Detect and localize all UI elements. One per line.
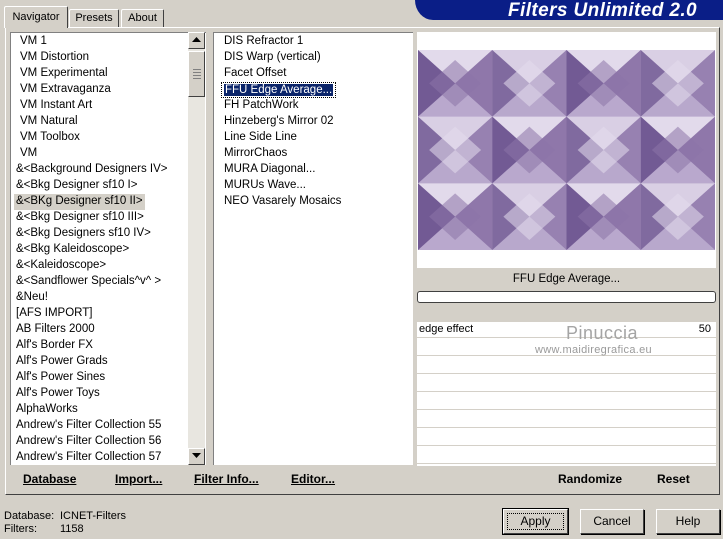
category-item[interactable]: Alf's Border FX bbox=[14, 338, 95, 354]
filter-item[interactable]: MirrorChaos bbox=[222, 146, 289, 162]
cancel-button[interactable]: Cancel bbox=[580, 509, 644, 534]
status-database-value: ICNET-Filters bbox=[60, 510, 126, 522]
current-filter-name: FFU Edge Average... bbox=[512, 273, 621, 285]
randomize-button[interactable]: Randomize bbox=[558, 470, 622, 490]
arrow-up-icon bbox=[192, 37, 201, 42]
app-title: Filters Unlimited 2.0 bbox=[508, 0, 697, 20]
scroll-up-button[interactable] bbox=[188, 32, 205, 49]
filter-item-label: MURA Diagonal... bbox=[224, 163, 316, 175]
filter-list[interactable]: DIS Refractor 1 DIS Warp (vertical) Facet … bbox=[213, 32, 413, 465]
category-item[interactable]: Andrew's Filter Collection 55 bbox=[14, 418, 163, 434]
filter-item[interactable]: NEO Vasarely Mosaics bbox=[222, 194, 343, 210]
category-item[interactable]: &Neu! bbox=[14, 290, 50, 306]
category-item[interactable]: Alf's Power Grads bbox=[14, 354, 110, 370]
filter-item[interactable]: MURUs Wave... bbox=[222, 178, 308, 194]
filter-item-label: Line Side Line bbox=[224, 131, 297, 143]
category-item[interactable]: &<Bkg Designer sf10 III> bbox=[14, 210, 146, 226]
apply-button[interactable]: Apply bbox=[502, 508, 569, 535]
category-item[interactable]: AB Filters 2000 bbox=[14, 322, 97, 338]
filter-item-label: Hinzeberg's Mirror 02 bbox=[224, 115, 334, 127]
filter-item-label: DIS Warp (vertical) bbox=[224, 51, 321, 63]
category-list[interactable]: VM 1 VM Distortion VM Experimental VM Extra… bbox=[10, 32, 206, 465]
scroll-thumb[interactable] bbox=[188, 51, 205, 97]
category-item[interactable]: VM Toolbox bbox=[18, 130, 82, 146]
category-item[interactable]: &<Bkg Designer sf10 I> bbox=[14, 178, 139, 194]
filter-item-label: Facet Offset bbox=[224, 67, 287, 79]
param-value: 50 bbox=[698, 323, 711, 335]
filter-item-label: MirrorChaos bbox=[224, 147, 288, 159]
filter-item[interactable]: FH PatchWork bbox=[222, 98, 301, 114]
category-item[interactable]: Andrew's Filter Collection 57 bbox=[14, 450, 163, 465]
category-item[interactable]: Alf's Power Sines bbox=[14, 370, 107, 386]
category-scrollbar[interactable] bbox=[188, 32, 205, 465]
param-label: edge effect bbox=[419, 323, 474, 335]
filter-item[interactable]: DIS Refractor 1 bbox=[222, 34, 305, 50]
category-item[interactable]: Alf's Power Toys bbox=[14, 386, 102, 402]
arrow-down-icon bbox=[192, 453, 201, 458]
preview-image bbox=[418, 50, 715, 250]
database-button[interactable]: Database bbox=[23, 470, 76, 490]
header-banner: Filters Unlimited 2.0 bbox=[415, 0, 723, 20]
tab-presets[interactable]: Presets bbox=[69, 9, 119, 27]
filter-item[interactable]: Hinzeberg's Mirror 02 bbox=[222, 114, 336, 130]
tab-navigator[interactable]: Navigator bbox=[4, 6, 68, 28]
editor-button[interactable]: Editor... bbox=[291, 470, 335, 490]
scroll-down-button[interactable] bbox=[188, 448, 205, 465]
filter-item-label: NEO Vasarely Mosaics bbox=[224, 195, 342, 207]
category-item[interactable]: [AFS IMPORT] bbox=[14, 306, 94, 322]
progress-bar bbox=[417, 291, 716, 303]
help-button[interactable]: Help bbox=[656, 509, 720, 534]
filter-item[interactable]: MURA Diagonal... bbox=[222, 162, 317, 178]
watermark-url: www.maidiregrafica.eu bbox=[535, 344, 652, 356]
filter-info-button[interactable]: Filter Info... bbox=[194, 470, 259, 490]
param-row-empty bbox=[417, 394, 716, 410]
param-row-empty bbox=[417, 412, 716, 428]
category-item[interactable]: VM Natural bbox=[18, 114, 80, 130]
status-filters-value: 1158 bbox=[60, 523, 84, 535]
category-item[interactable]: Andrew's Filter Collection 56 bbox=[14, 434, 163, 450]
category-item[interactable]: VM Distortion bbox=[18, 50, 91, 66]
category-item[interactable]: &<BKg Designer sf10 II> bbox=[14, 194, 145, 210]
status-filters-label: Filters: bbox=[4, 523, 37, 535]
category-item[interactable]: VM bbox=[18, 146, 39, 162]
watermark-name: Pinuccia bbox=[566, 323, 639, 343]
filter-item-label: FFU Edge Average... bbox=[224, 84, 334, 96]
category-item[interactable]: VM 1 bbox=[18, 34, 49, 50]
filter-item[interactable]: FFU Edge Average... bbox=[221, 82, 337, 98]
filter-item[interactable]: DIS Warp (vertical) bbox=[222, 50, 323, 66]
category-item[interactable]: &<Bkg Designers sf10 IV> bbox=[14, 226, 153, 242]
param-row-empty bbox=[417, 448, 716, 464]
param-row-empty bbox=[417, 430, 716, 446]
filter-item-label: FH PatchWork bbox=[224, 99, 299, 111]
param-row-empty bbox=[417, 376, 716, 392]
reset-button[interactable]: Reset bbox=[657, 470, 690, 490]
filter-item[interactable]: Facet Offset bbox=[222, 66, 288, 82]
preview-panel bbox=[417, 32, 716, 268]
status-database-label: Database: bbox=[4, 510, 55, 522]
category-item[interactable]: &<Bkg Kaleidoscope> bbox=[14, 242, 131, 258]
category-item[interactable]: &<Sandflower Specials^v^ > bbox=[14, 274, 163, 290]
category-item[interactable]: VM Instant Art bbox=[18, 98, 94, 114]
filter-item-label: DIS Refractor 1 bbox=[224, 35, 304, 47]
filter-item[interactable]: Line Side Line bbox=[222, 130, 299, 146]
category-item[interactable]: VM Extravaganza bbox=[18, 82, 113, 98]
tab-about[interactable]: About bbox=[121, 9, 164, 27]
import-button[interactable]: Import... bbox=[115, 470, 162, 490]
category-item[interactable]: VM Experimental bbox=[18, 66, 110, 82]
param-row-empty bbox=[417, 358, 716, 374]
filter-item-label: MURUs Wave... bbox=[224, 179, 306, 191]
category-item[interactable]: &<Background Designers IV> bbox=[14, 162, 170, 178]
category-item[interactable]: AlphaWorks bbox=[14, 402, 80, 418]
category-item[interactable]: &<Kaleidoscope> bbox=[14, 258, 108, 274]
